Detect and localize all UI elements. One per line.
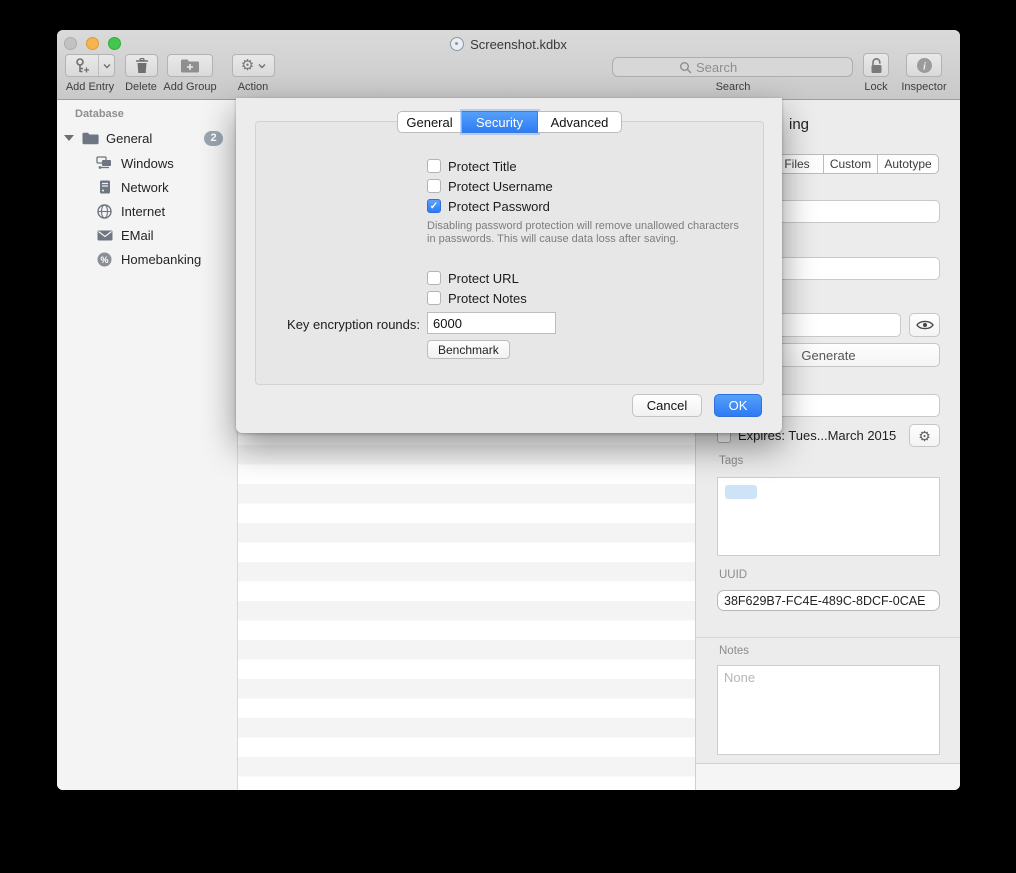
search-icon	[679, 61, 692, 74]
dialog-tabs: General Security Advanced	[397, 111, 622, 133]
sidebar-item-email[interactable]: EMail	[57, 224, 238, 246]
uuid-field[interactable]	[717, 590, 940, 611]
server-icon	[96, 180, 113, 194]
document-icon	[450, 37, 464, 51]
sidebar-item-windows[interactable]: Windows	[57, 152, 238, 174]
sidebar-section-header: Database	[75, 108, 124, 120]
entry-title-text: ing	[789, 116, 809, 133]
percent-circle-icon: %	[96, 252, 113, 267]
trash-icon	[135, 58, 149, 74]
checkbox-box	[427, 159, 441, 173]
notes-label: Notes	[719, 645, 749, 657]
protect-title-checkbox[interactable]: Protect Title	[427, 158, 517, 174]
benchmark-button[interactable]: Benchmark	[427, 340, 510, 359]
sidebar-item-label: General	[106, 131, 152, 146]
checkbox-box	[427, 291, 441, 305]
add-entry-button[interactable]	[65, 54, 115, 77]
protect-password-checkbox[interactable]: Protect Password	[427, 198, 550, 214]
protect-url-checkbox[interactable]: Protect URL	[427, 270, 519, 286]
checkbox-label: Protect Notes	[448, 291, 527, 306]
checkbox-label: Protect URL	[448, 271, 519, 286]
checkbox-box	[427, 199, 441, 213]
gear-icon: ⚙	[918, 429, 931, 443]
tab-autotype[interactable]: Autotype	[878, 154, 939, 174]
inspector-caption: Inspector	[896, 81, 952, 93]
tags-label: Tags	[719, 455, 743, 467]
key-rounds-input[interactable]	[427, 312, 556, 334]
cancel-button[interactable]: Cancel	[632, 394, 702, 417]
eye-icon	[916, 319, 934, 331]
checkbox-box	[427, 179, 441, 193]
tab-general[interactable]: General	[397, 111, 462, 133]
add-entry-caption: Add Entry	[60, 81, 120, 93]
info-icon: i	[916, 57, 933, 74]
add-group-button[interactable]	[167, 54, 213, 77]
lock-caption: Lock	[856, 81, 896, 93]
chevron-down-icon	[258, 63, 266, 69]
sidebar-item-label: Internet	[121, 204, 165, 219]
search-field[interactable]	[612, 57, 853, 77]
windows-group-icon	[96, 156, 113, 170]
svg-text:i: i	[923, 61, 926, 72]
sidebar-item-label: EMail	[121, 228, 154, 243]
window-title: Screenshot.kdbx	[470, 37, 567, 52]
protect-notes-checkbox[interactable]: Protect Notes	[427, 290, 527, 306]
action-button[interactable]: ⚙	[232, 54, 275, 77]
globe-icon	[96, 204, 113, 219]
protect-username-checkbox[interactable]: Protect Username	[427, 178, 553, 194]
uuid-label: UUID	[719, 569, 747, 581]
inspector-button[interactable]: i	[906, 53, 942, 77]
tags-box[interactable]	[717, 477, 940, 556]
delete-button[interactable]	[125, 54, 158, 77]
desktop-background: Screenshot.kdbx	[0, 0, 1016, 873]
chevron-down-icon[interactable]	[99, 55, 114, 76]
sidebar-item-label: Homebanking	[121, 252, 201, 267]
window-title-group: Screenshot.kdbx	[57, 35, 960, 53]
sidebar-item-network[interactable]: Network	[57, 176, 238, 198]
count-badge: 2	[204, 131, 223, 146]
folder-plus-icon	[180, 58, 200, 73]
tab-security[interactable]: Security	[462, 111, 538, 133]
tab-custom[interactable]: Custom	[824, 154, 878, 174]
lock-button[interactable]	[863, 53, 889, 77]
svg-text:%: %	[100, 254, 108, 264]
expires-options-button[interactable]: ⚙	[909, 424, 940, 447]
key-plus-icon	[66, 55, 99, 76]
lock-open-icon	[869, 57, 884, 74]
titlebar-toolbar: Screenshot.kdbx	[57, 30, 960, 100]
sidebar-item-homebanking[interactable]: % Homebanking	[57, 248, 238, 270]
entry-settings-dialog: General Security Advanced Protect Title …	[236, 98, 782, 433]
folder-icon	[82, 132, 99, 145]
app-window: Screenshot.kdbx	[57, 30, 960, 790]
section-divider	[696, 637, 960, 638]
add-group-caption: Add Group	[160, 81, 220, 93]
search-input[interactable]	[696, 60, 816, 75]
tab-advanced[interactable]: Advanced	[538, 111, 622, 133]
notes-field[interactable]	[717, 665, 940, 755]
key-rounds-label: Key encryption rounds:	[256, 317, 420, 332]
sidebar-item-label: Windows	[121, 156, 174, 171]
password-protection-help-text: Disabling password protection will remov…	[427, 220, 749, 246]
sidebar-item-label: Network	[121, 180, 169, 195]
sidebar: Database General 2	[57, 100, 238, 790]
ok-button[interactable]: OK	[714, 394, 762, 417]
action-caption: Action	[228, 81, 278, 93]
search-caption: Search	[702, 81, 764, 93]
checkbox-label: Protect Password	[448, 199, 550, 214]
delete-caption: Delete	[116, 81, 166, 93]
checkbox-label: Protect Username	[448, 179, 553, 194]
sidebar-item-internet[interactable]: Internet	[57, 200, 238, 222]
gear-icon: ⚙	[241, 58, 254, 73]
reveal-password-button[interactable]	[909, 313, 940, 337]
tag-token	[725, 485, 757, 499]
panel-footer	[696, 763, 960, 790]
envelope-icon	[96, 230, 113, 241]
checkbox-box	[427, 271, 441, 285]
disclosure-triangle-icon[interactable]	[64, 135, 74, 141]
sidebar-item-general[interactable]: General 2	[57, 127, 238, 149]
checkbox-label: Protect Title	[448, 159, 517, 174]
